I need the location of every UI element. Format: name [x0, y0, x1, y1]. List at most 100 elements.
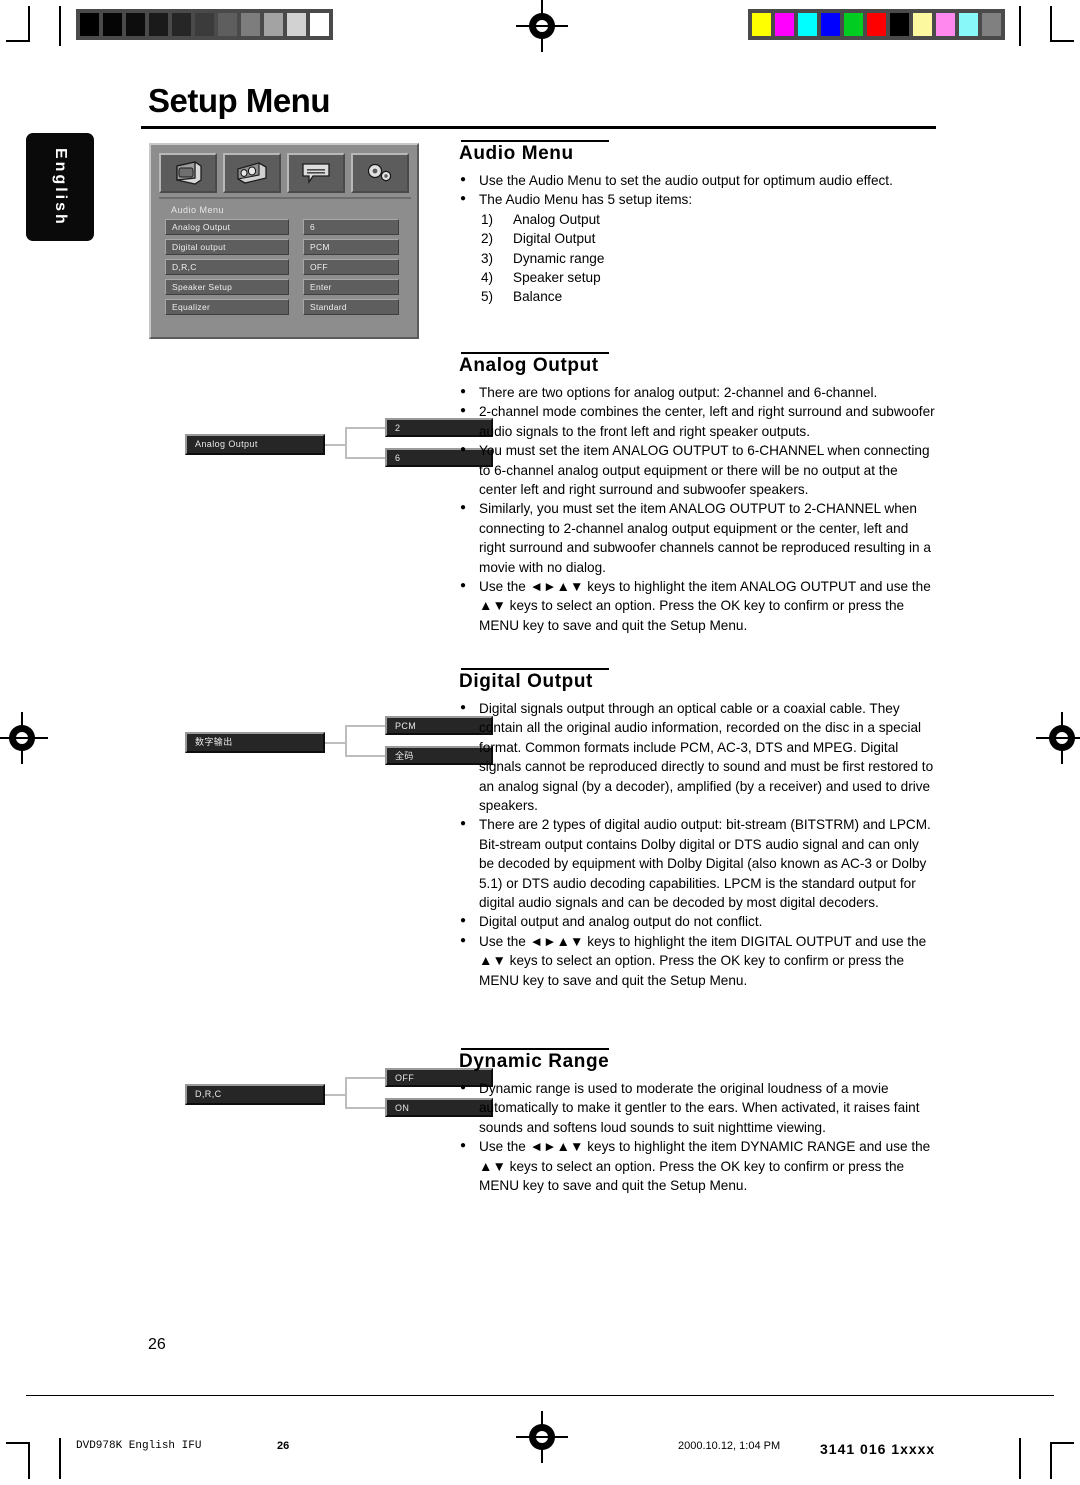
list-item: 1) Analog Output	[481, 210, 937, 229]
section-rule	[461, 1048, 609, 1050]
speaker-icon	[223, 153, 281, 193]
bullet-item: 2-channel mode combines the center, left…	[459, 401, 937, 441]
crop-mark-top-right-v	[1050, 6, 1052, 42]
calibration-swatch	[308, 11, 331, 38]
registration-target-top	[516, 0, 568, 52]
osd-row-label[interactable]: Equalizer	[165, 299, 289, 315]
calibration-swatch	[773, 11, 796, 38]
osd-screenshot: Audio Menu Analog Output 6 Digital output P…	[149, 143, 419, 339]
section-digital-output: Digital Output Digital signals output th…	[459, 668, 937, 990]
osd-row-value[interactable]: 6	[303, 219, 399, 235]
list-item-label: Analog Output	[513, 211, 600, 227]
registration-target-right	[1036, 712, 1080, 764]
list-item-label: Dynamic range	[513, 250, 605, 266]
section-rule	[461, 140, 609, 142]
osd-row-value[interactable]: PCM	[303, 239, 399, 255]
osd-row-value[interactable]: Standard	[303, 299, 399, 315]
list-item-number: 5)	[481, 289, 494, 305]
list-item-label: Digital Output	[513, 231, 596, 247]
registration-target-left	[0, 712, 48, 764]
crop-mark-top-left-v	[28, 6, 30, 42]
calibration-swatch	[957, 11, 980, 38]
footer-document-code: 3141 016 1xxxx	[820, 1441, 936, 1457]
calibration-swatch	[239, 11, 262, 38]
calibration-swatch	[750, 11, 773, 38]
bullet-item: Similarly, you must set the item ANALOG …	[459, 498, 937, 577]
osd-row-label[interactable]: Analog Output	[165, 219, 289, 235]
bullet-item: There are 2 types of digital audio outpu…	[459, 814, 937, 912]
crop-mark-bottom-left-v2	[59, 1438, 61, 1479]
calibration-swatch	[285, 11, 308, 38]
crop-mark-top-left-v2	[59, 6, 61, 46]
calibration-swatch	[147, 11, 170, 38]
list-item-label: Speaker setup	[513, 270, 601, 286]
calibration-swatch	[216, 11, 239, 38]
crop-mark-bottom-right-v2	[1019, 1438, 1021, 1479]
list-item-number: 3)	[481, 250, 494, 266]
footer-page-number: 26	[277, 1440, 290, 1452]
osd-menu-row[interactable]: D,R,C OFF	[165, 259, 409, 275]
osd-row-label[interactable]: D,R,C	[165, 259, 289, 275]
diagram-digital-output: 数字输出 PCM 全码	[185, 716, 493, 768]
language-tab-label: English	[52, 147, 69, 227]
osd-menu-row[interactable]: Equalizer Standard	[165, 299, 409, 315]
calibration-swatch	[934, 11, 957, 38]
section-heading: Audio Menu	[459, 143, 574, 164]
calibration-swatch	[911, 11, 934, 38]
calibration-swatch	[170, 11, 193, 38]
section-heading: Digital Output	[459, 671, 593, 692]
bullet-item: Digital output and analog output do not …	[459, 911, 937, 931]
calibration-swatch	[262, 11, 285, 38]
osd-menu-rows: Analog Output 6 Digital output PCM D,R,C OFF S…	[165, 219, 409, 319]
section-rule	[461, 352, 609, 354]
gears-icon	[351, 153, 409, 193]
numbered-list: 1) Analog Output 2) Digital Output 3) Dy…	[459, 210, 937, 307]
list-item-label: Balance	[513, 289, 563, 305]
list-item: 5) Balance	[481, 287, 937, 306]
list-item-number: 4)	[481, 270, 494, 286]
bullet-list: Digital signals output through an optica…	[459, 698, 937, 990]
grayscale-calibration-strip	[76, 9, 333, 40]
calibration-swatch	[842, 11, 865, 38]
crop-mark-top-right-h	[1050, 40, 1074, 42]
list-item: 4) Speaker setup	[481, 268, 937, 287]
title-divider	[141, 126, 936, 129]
section-dynamic-range: Dynamic Range Dynamic range is used to m…	[459, 1048, 937, 1195]
bullet-item: Use the ◄►▲▼ keys to highlight the item …	[459, 931, 937, 990]
osd-icon-bar	[159, 153, 411, 199]
calibration-swatch	[888, 11, 911, 38]
osd-menu-row[interactable]: Analog Output 6	[165, 219, 409, 235]
osd-menu-row[interactable]: Speaker Setup Enter	[165, 279, 409, 295]
calibration-swatch	[101, 11, 124, 38]
calibration-swatch	[865, 11, 888, 38]
bullet-list: There are two options for analog output:…	[459, 382, 937, 635]
bullet-item: Use the Audio Menu to set the audio outp…	[459, 170, 937, 190]
diagram-analog-output: Analog Output 2 6	[185, 418, 493, 470]
list-item-number: 2)	[481, 231, 494, 247]
list-item: 3) Dynamic range	[481, 249, 937, 268]
calibration-swatch	[980, 11, 1003, 38]
crop-mark-top-right-v2	[1019, 6, 1021, 46]
osd-menu-title: Audio Menu	[171, 205, 225, 215]
list-item: 2) Digital Output	[481, 229, 937, 248]
section-audio-menu: Audio Menu Use the Audio Menu to set the…	[459, 140, 937, 307]
tv-icon	[159, 153, 217, 193]
footer-divider	[26, 1395, 1054, 1396]
calibration-swatch	[819, 11, 842, 38]
osd-menu-row[interactable]: Digital output PCM	[165, 239, 409, 255]
crop-mark-bottom-left-h	[6, 1442, 30, 1444]
bullet-item: Dynamic range is used to moderate the or…	[459, 1078, 937, 1137]
subtitle-icon	[287, 153, 345, 193]
osd-row-label[interactable]: Speaker Setup	[165, 279, 289, 295]
crop-mark-top-left-h	[6, 40, 30, 42]
calibration-swatch	[796, 11, 819, 38]
bullet-item: There are two options for analog output:…	[459, 382, 937, 402]
diagram-dynamic-range: D,R,C OFF ON	[185, 1068, 493, 1120]
diagram-node-main: D,R,C	[185, 1084, 325, 1105]
osd-row-label[interactable]: Digital output	[165, 239, 289, 255]
crop-mark-bottom-right-v	[1050, 1442, 1052, 1479]
bullet-list: Dynamic range is used to moderate the or…	[459, 1078, 937, 1195]
osd-row-value[interactable]: Enter	[303, 279, 399, 295]
osd-row-value[interactable]: OFF	[303, 259, 399, 275]
diagram-node-main: 数字输出	[185, 732, 325, 753]
